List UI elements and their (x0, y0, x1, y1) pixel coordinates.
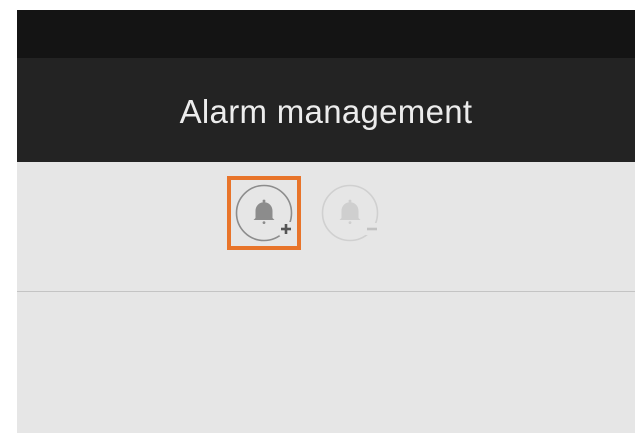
alarm-list-area (17, 292, 635, 433)
bell-minus-icon (321, 184, 379, 242)
page-title: Alarm management (179, 93, 473, 130)
add-alarm-button[interactable] (234, 183, 294, 243)
status-bar (17, 10, 635, 58)
header-bar: Alarm management (17, 58, 635, 162)
bell-plus-icon (235, 184, 293, 242)
remove-alarm-button[interactable] (320, 183, 380, 243)
